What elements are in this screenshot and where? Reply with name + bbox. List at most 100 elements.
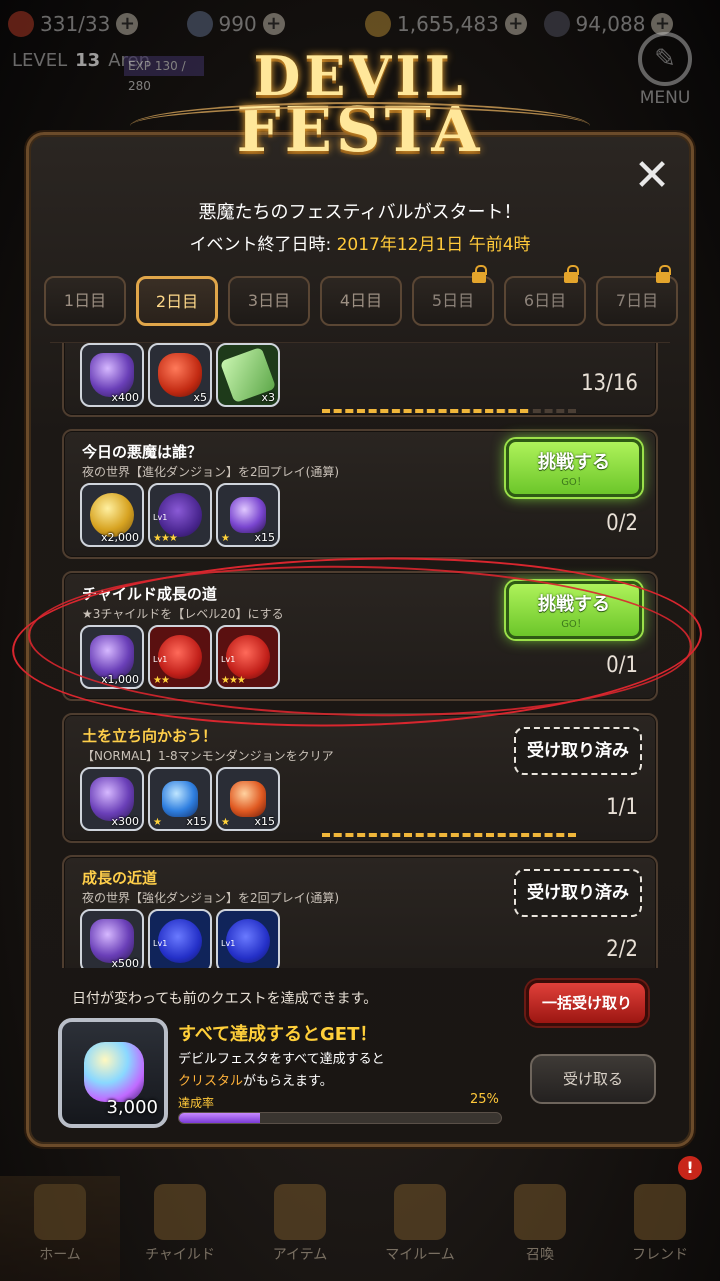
devil-festa-logo: DEVIL FESTA xyxy=(130,40,590,170)
claim-all-button[interactable]: 一括受け取り xyxy=(526,980,648,1026)
tab-label: 3日目 xyxy=(247,291,291,310)
quest-progress: 13/16 xyxy=(580,371,638,396)
stone-icon xyxy=(186,11,213,37)
carry-over-note: 日付が変わっても前のクエストを達成できます。 xyxy=(72,991,378,1007)
bottom-nav: ホーム チャイルド アイテム マイルーム 召喚 フレンド xyxy=(0,1176,720,1281)
completion-value: 25% xyxy=(470,1092,499,1107)
progress-bar xyxy=(322,409,576,413)
reward-description: デビルフェスタをすべて達成すると xyxy=(178,1052,385,1067)
quest-card: 土を立ち向かおう！ 【NORMAL】1-8マンモンダンジョンをクリア x300 … xyxy=(62,713,658,843)
nav-label: アイテム xyxy=(272,1247,328,1263)
event-headline: 悪魔たちのフェスティバルがスタート！ xyxy=(198,202,522,223)
tab-day-5[interactable]: 5日目 xyxy=(412,265,494,326)
tab-label: 1日目 xyxy=(63,291,107,310)
nav-home[interactable]: ホーム xyxy=(0,1176,120,1281)
menu-button[interactable]: ✎ MENU xyxy=(632,32,698,108)
item-stars: ★ xyxy=(153,817,162,828)
resource-value: 331/33 xyxy=(40,12,111,36)
completion-bar xyxy=(178,1112,502,1124)
nav-summon[interactable]: 召喚 xyxy=(480,1176,600,1281)
tab-label: 5日目 xyxy=(431,291,475,310)
add-stones-button[interactable]: + xyxy=(262,13,285,35)
nav-label: フレンド xyxy=(632,1247,688,1263)
reward-title: すべて達成するとGET！ xyxy=(178,1024,378,1045)
level-value: 13 xyxy=(75,50,101,71)
day-tabs: 1日目 2日目 3日目 4日目 5日目 6日目 7日目 xyxy=(44,265,678,328)
item-level: Lv1 xyxy=(153,939,168,948)
nav-myroom[interactable]: マイルーム xyxy=(360,1176,480,1281)
quest-title: 土を立ち向かおう！ xyxy=(82,727,218,745)
reward-item: Lv1 ★★★ xyxy=(148,483,212,547)
resource-hearts: 331/33 + xyxy=(8,11,177,37)
nav-label: チャイルド xyxy=(145,1247,215,1263)
tab-day-7[interactable]: 7日目 xyxy=(596,265,678,326)
shield-icon xyxy=(634,1184,686,1240)
completion-fill xyxy=(179,1113,260,1123)
level-label: LEVEL xyxy=(12,50,68,71)
quest-progress: 2/2 xyxy=(606,937,638,962)
button-label: 挑戦する xyxy=(538,452,610,473)
child-icon xyxy=(154,1184,206,1240)
reward-items: x400 x5 x3 xyxy=(80,343,280,407)
completion-label: 達成率 xyxy=(178,1096,215,1110)
progress-fill xyxy=(322,833,576,837)
reward-item: ★ x15 xyxy=(216,767,280,831)
reward-item: x300 xyxy=(80,767,144,831)
receive-button[interactable]: 受け取る xyxy=(530,1054,656,1104)
deadline-label: イベント終了日時: xyxy=(189,235,337,255)
item-stars: ★★★ xyxy=(153,533,178,544)
home-icon xyxy=(34,1184,86,1240)
tab-day-2[interactable]: 2日目 xyxy=(136,276,218,326)
tab-day-3[interactable]: 3日目 xyxy=(228,276,310,326)
progress-fill xyxy=(322,409,529,413)
progress-bar xyxy=(322,833,576,837)
reward-item: x400 xyxy=(80,343,144,407)
challenge-button[interactable]: 挑戦する GO！ xyxy=(506,439,642,497)
blue-gem-icon xyxy=(162,781,198,817)
reward-item: x2,000 xyxy=(80,483,144,547)
reward-item: x3 xyxy=(216,343,280,407)
lock-icon xyxy=(472,265,487,284)
resource-value: 1,655,483 xyxy=(397,12,499,36)
quest-card: 成長の近道 夜の世界【強化ダンジョン】を2回プレイ(通算) x500 Lv1 L… xyxy=(62,855,658,968)
claimed-button[interactable]: 受け取り済み xyxy=(514,727,642,775)
nav-child[interactable]: チャイルド xyxy=(120,1176,240,1281)
reward-item: Lv1 xyxy=(148,909,212,968)
item-level: Lv1 xyxy=(153,513,168,522)
reward-items: x2,000 Lv1 ★★★ ★ x15 xyxy=(80,483,280,547)
item-qty: x3 xyxy=(261,391,275,404)
resource-stones: 990 + xyxy=(186,11,356,37)
item-qty: x300 xyxy=(111,815,139,828)
item-stars: ★ xyxy=(221,817,230,828)
item-qty: x500 xyxy=(111,957,139,968)
quest-description: 夜の世界【進化ダンジョン】を2回プレイ(通算) xyxy=(82,465,339,479)
resource-value: 990 xyxy=(218,12,257,36)
notification-badge: ! xyxy=(678,1156,702,1180)
quest-card: x400 x5 x3 13/16 xyxy=(62,343,658,417)
reward-item: x5 xyxy=(148,343,212,407)
close-button[interactable]: ✕ xyxy=(628,154,676,202)
tab-day-1[interactable]: 1日目 xyxy=(44,276,126,326)
resource-coins: 1,655,483 + xyxy=(365,11,534,37)
claimed-button[interactable]: 受け取り済み xyxy=(514,869,642,917)
quest-progress: 1/1 xyxy=(606,795,638,820)
menu-label: MENU xyxy=(639,88,691,108)
nav-item[interactable]: アイテム xyxy=(240,1176,360,1281)
coin-icon xyxy=(365,11,391,37)
add-hearts-button[interactable]: + xyxy=(116,13,139,35)
tab-day-6[interactable]: 6日目 xyxy=(504,265,586,326)
item-qty: x15 xyxy=(254,815,275,828)
reward-items: x300 ★ x15 ★ x15 xyxy=(80,767,280,831)
item-stars: ★ xyxy=(221,533,230,544)
tab-label: 7日目 xyxy=(615,291,659,310)
quest-description: 夜の世界【強化ダンジョン】を2回プレイ(通算) xyxy=(82,891,339,905)
reward-item: ★ x15 xyxy=(148,767,212,831)
nav-friend[interactable]: フレンド xyxy=(600,1176,720,1281)
close-icon: ✕ xyxy=(633,150,671,201)
reward-item: x500 xyxy=(80,909,144,968)
reward-description-rest: がもらえます。 xyxy=(243,1074,333,1089)
final-reward-item: 3,000 xyxy=(58,1018,168,1128)
add-coins-button[interactable]: + xyxy=(504,13,527,35)
nav-label: ホーム xyxy=(39,1247,81,1263)
tab-day-4[interactable]: 4日目 xyxy=(320,276,402,326)
